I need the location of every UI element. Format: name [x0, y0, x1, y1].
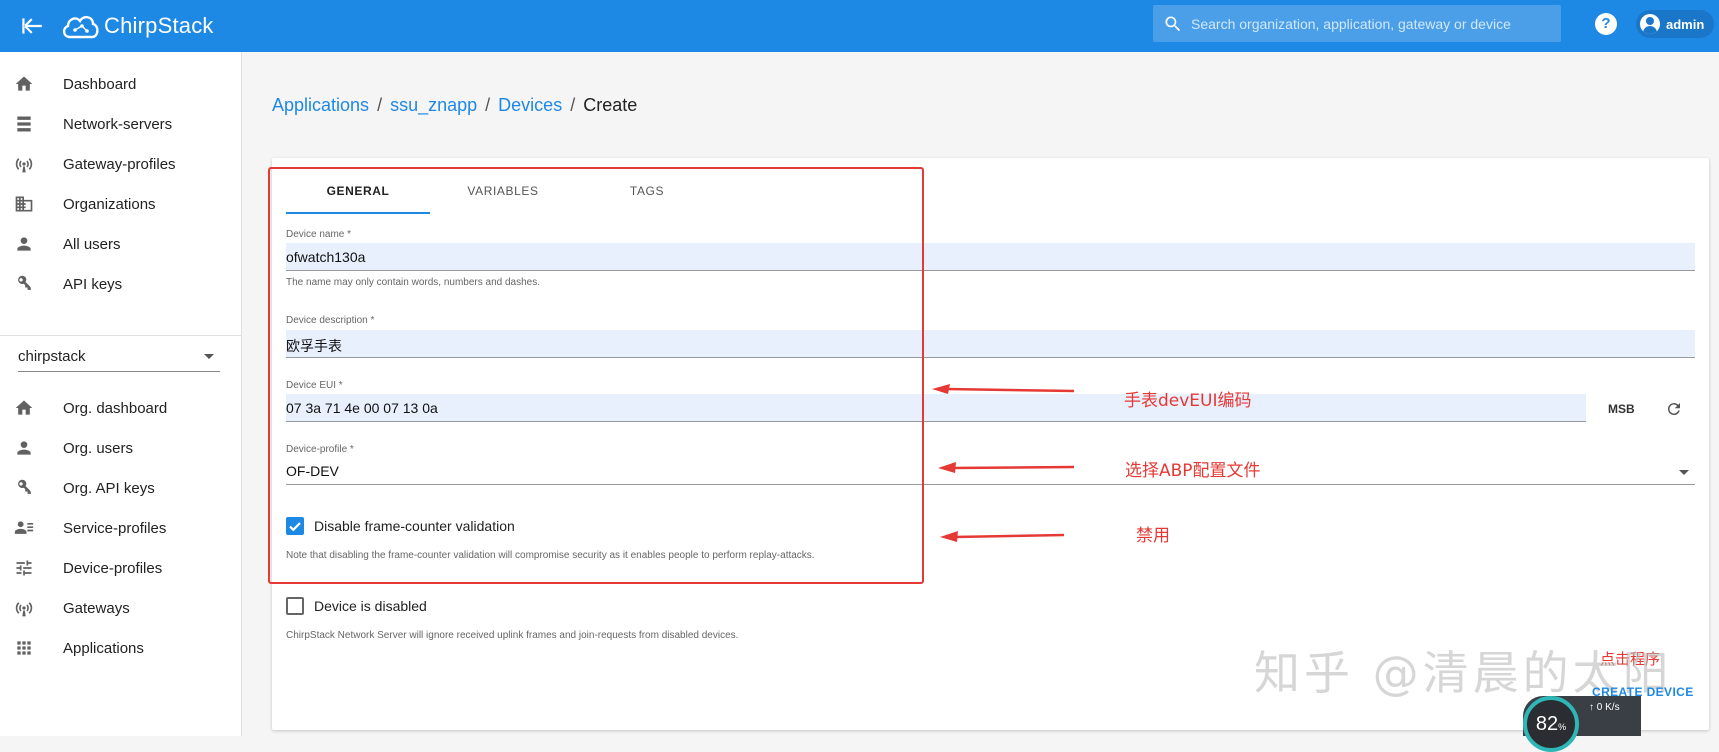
upload-unit: K/s	[1605, 702, 1620, 713]
device-disabled-checkbox[interactable]	[286, 597, 304, 615]
sidebar-item-label: API keys	[63, 275, 123, 293]
device-disabled-label: Device is disabled	[314, 598, 427, 614]
account-details-icon	[14, 518, 34, 538]
sidebar-item-label: Gateways	[63, 599, 130, 617]
device-disabled-help: ChirpStack Network Server will ignore re…	[286, 630, 739, 641]
sidebar-divider	[0, 335, 242, 336]
sidebar-item-gateways[interactable]: Gateways	[0, 588, 242, 628]
breadcrumb-applications[interactable]: Applications	[272, 95, 369, 115]
breadcrumb-separator: /	[377, 95, 383, 115]
sidebar-item-label: Org. API keys	[63, 479, 155, 497]
search-icon	[1165, 16, 1181, 31]
annotation-arrow	[940, 531, 1064, 542]
sidebar-item-label: Network-servers	[63, 115, 173, 133]
sidebar-item-api-keys[interactable]: API keys	[0, 264, 242, 304]
radio-tower-icon	[14, 598, 34, 618]
brand-name: ChirpStack	[104, 13, 214, 38]
network-speed-widget: 82% ↑ 0 K/s	[1523, 696, 1641, 752]
upload-rate: ↑ 0 K/s	[1589, 702, 1620, 713]
annotation-arrow	[938, 462, 1074, 473]
sidebar-item-label: Gateway-profiles	[63, 155, 176, 173]
key-icon	[14, 478, 34, 498]
annotation-disable: 禁用	[1136, 526, 1170, 546]
sidebar-item-label: Device-profiles	[63, 559, 163, 577]
server-icon	[14, 114, 34, 134]
sidebar-item-device-profiles[interactable]: Device-profiles	[0, 548, 242, 588]
person-icon	[14, 438, 34, 458]
breadcrumb: Applications / ssu_znapp / Devices / Create	[272, 95, 637, 116]
breadcrumb-separator: /	[485, 95, 491, 115]
building-icon	[14, 194, 34, 214]
upload-value: 0	[1596, 702, 1603, 713]
generate-eui-icon[interactable]	[1665, 400, 1683, 418]
sidebar-item-label: All users	[63, 235, 121, 253]
sidebar-item-label: Org. dashboard	[63, 399, 168, 417]
sidebar-item-label: Applications	[63, 639, 144, 657]
top-app-bar: ChirpStack ? admin	[0, 0, 1719, 52]
breadcrumb-separator: /	[570, 95, 576, 115]
sidebar: Dashboard Network-servers Gateway-profil…	[0, 52, 242, 736]
byte-order-toggle[interactable]: MSB	[1608, 402, 1635, 416]
user-menu-button[interactable]: admin	[1636, 10, 1715, 38]
global-search[interactable]	[1153, 5, 1561, 42]
organization-select[interactable]: chirpstack	[18, 342, 220, 372]
sidebar-item-label: Org. users	[63, 439, 134, 457]
person-icon	[14, 234, 34, 254]
account-circle-icon	[1640, 14, 1660, 34]
apps-grid-icon	[14, 638, 34, 658]
chevron-down-icon[interactable]	[1679, 470, 1689, 475]
breadcrumb-application[interactable]: ssu_znapp	[390, 95, 477, 115]
username: admin	[1666, 16, 1705, 32]
sidebar-item-dashboard[interactable]: Dashboard	[0, 64, 242, 104]
help-icon[interactable]: ?	[1595, 13, 1617, 35]
chevron-down-icon	[204, 354, 214, 359]
collapse-menu-icon[interactable]	[18, 13, 44, 39]
search-input[interactable]	[1191, 15, 1551, 32]
sidebar-item-label: Service-profiles	[63, 519, 167, 537]
sidebar-item-all-users[interactable]: All users	[0, 224, 242, 264]
sidebar-item-org-dashboard[interactable]: Org. dashboard	[0, 388, 242, 428]
organization-select-value: chirpstack	[18, 348, 86, 365]
breadcrumb-devices[interactable]: Devices	[498, 95, 562, 115]
cpu-percent: 82	[1535, 713, 1559, 735]
sidebar-item-label: Organizations	[63, 195, 156, 213]
home-icon	[14, 74, 34, 94]
cpu-unit: %	[1558, 722, 1567, 732]
breadcrumb-current: Create	[583, 95, 638, 115]
sidebar-item-network-servers[interactable]: Network-servers	[0, 104, 242, 144]
tune-icon	[14, 558, 34, 578]
sidebar-item-org-users[interactable]: Org. users	[0, 428, 242, 468]
cloud-icon	[62, 16, 99, 39]
annotation-eui: 手表devEUI编码	[1124, 391, 1252, 411]
sidebar-item-organizations[interactable]: Organizations	[0, 184, 242, 224]
radio-tower-icon	[14, 154, 34, 174]
sidebar-item-service-profiles[interactable]: Service-profiles	[0, 508, 242, 548]
sidebar-item-applications[interactable]: Applications	[0, 628, 242, 668]
chirpstack-logo[interactable]: ChirpStack	[60, 6, 214, 46]
annotation-profile: 选择ABP配置文件	[1125, 461, 1261, 481]
sidebar-item-gateway-profiles[interactable]: Gateway-profiles	[0, 144, 242, 184]
cpu-gauge: 82%	[1523, 696, 1579, 752]
sidebar-item-label: Dashboard	[63, 75, 137, 93]
sidebar-item-org-api-keys[interactable]: Org. API keys	[0, 468, 242, 508]
annotation-highlight-box	[268, 167, 924, 584]
home-icon	[14, 398, 34, 418]
annotation-arrow	[932, 384, 1074, 394]
key-icon	[14, 274, 34, 294]
